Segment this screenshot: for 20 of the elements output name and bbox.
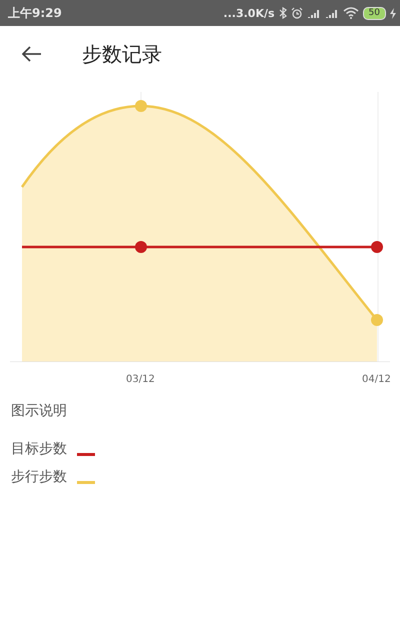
page-title: 步数记录 [82, 40, 162, 68]
step-point [371, 314, 383, 326]
axis-label: 04/12 [362, 374, 391, 385]
axis-label: 03/12 [126, 374, 155, 385]
network-speed: ...3.0K/s [223, 6, 275, 20]
status-time: 上午9:29 [8, 4, 62, 22]
legend-title: 图示说明 [11, 402, 68, 420]
bluetooth-icon [278, 7, 287, 19]
signal-icon [324, 8, 339, 18]
battery-level: 50 [362, 6, 386, 20]
back-icon[interactable] [22, 46, 42, 62]
wifi-icon [342, 7, 359, 19]
target-point [135, 241, 147, 253]
charging-icon [390, 8, 396, 18]
target-point [371, 241, 383, 253]
legend-label: 目标步数 [11, 440, 67, 458]
legend-label: 步行步数 [11, 468, 67, 486]
step-point [135, 100, 147, 112]
alarm-icon [290, 7, 303, 19]
signal-icon [306, 8, 321, 18]
